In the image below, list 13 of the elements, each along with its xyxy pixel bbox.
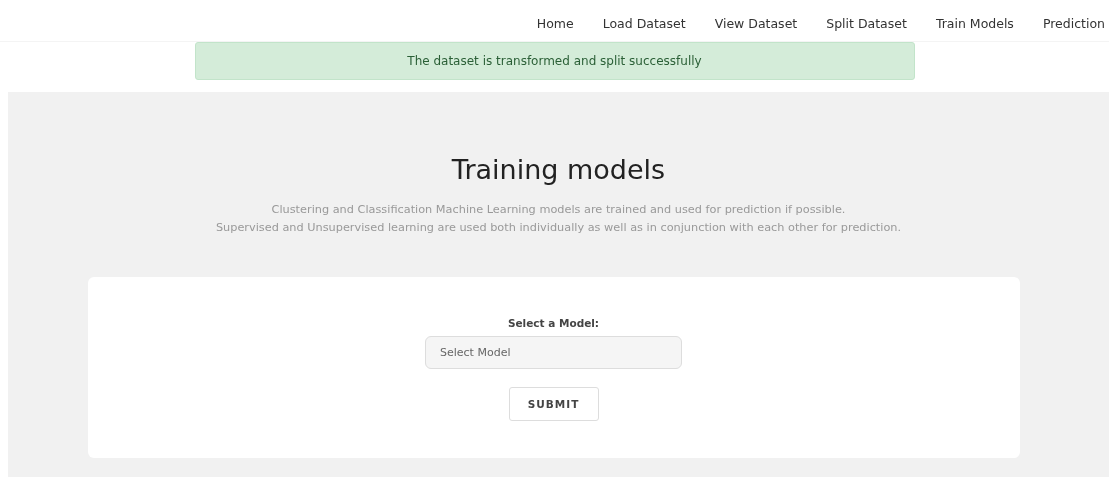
nav-link[interactable]: View Dataset [714,10,798,31]
description-text: Supervised and Unsupervised learning are used both individually as well as in conjunction with each other for prediction. [215,220,902,236]
nav-link[interactable]: Home [536,10,574,31]
nav-link[interactable]: Load Dataset [602,10,686,31]
description-text: Clustering and Classification Machine Learning models are trained and used for prediction if possible. [270,202,847,218]
model-select[interactable]: Select Model [425,336,682,369]
nav-link[interactable]: Split Dataset [826,10,907,31]
nav-link[interactable]: Prediction [1042,10,1105,31]
nav-link[interactable]: Train Models [935,10,1014,31]
page-title: Training models [451,154,666,185]
success-alert: The dataset is transformed and split successfully [194,42,915,80]
submit-button[interactable]: SUBMIT [508,387,599,421]
field-label: Select a Model: [507,317,600,329]
